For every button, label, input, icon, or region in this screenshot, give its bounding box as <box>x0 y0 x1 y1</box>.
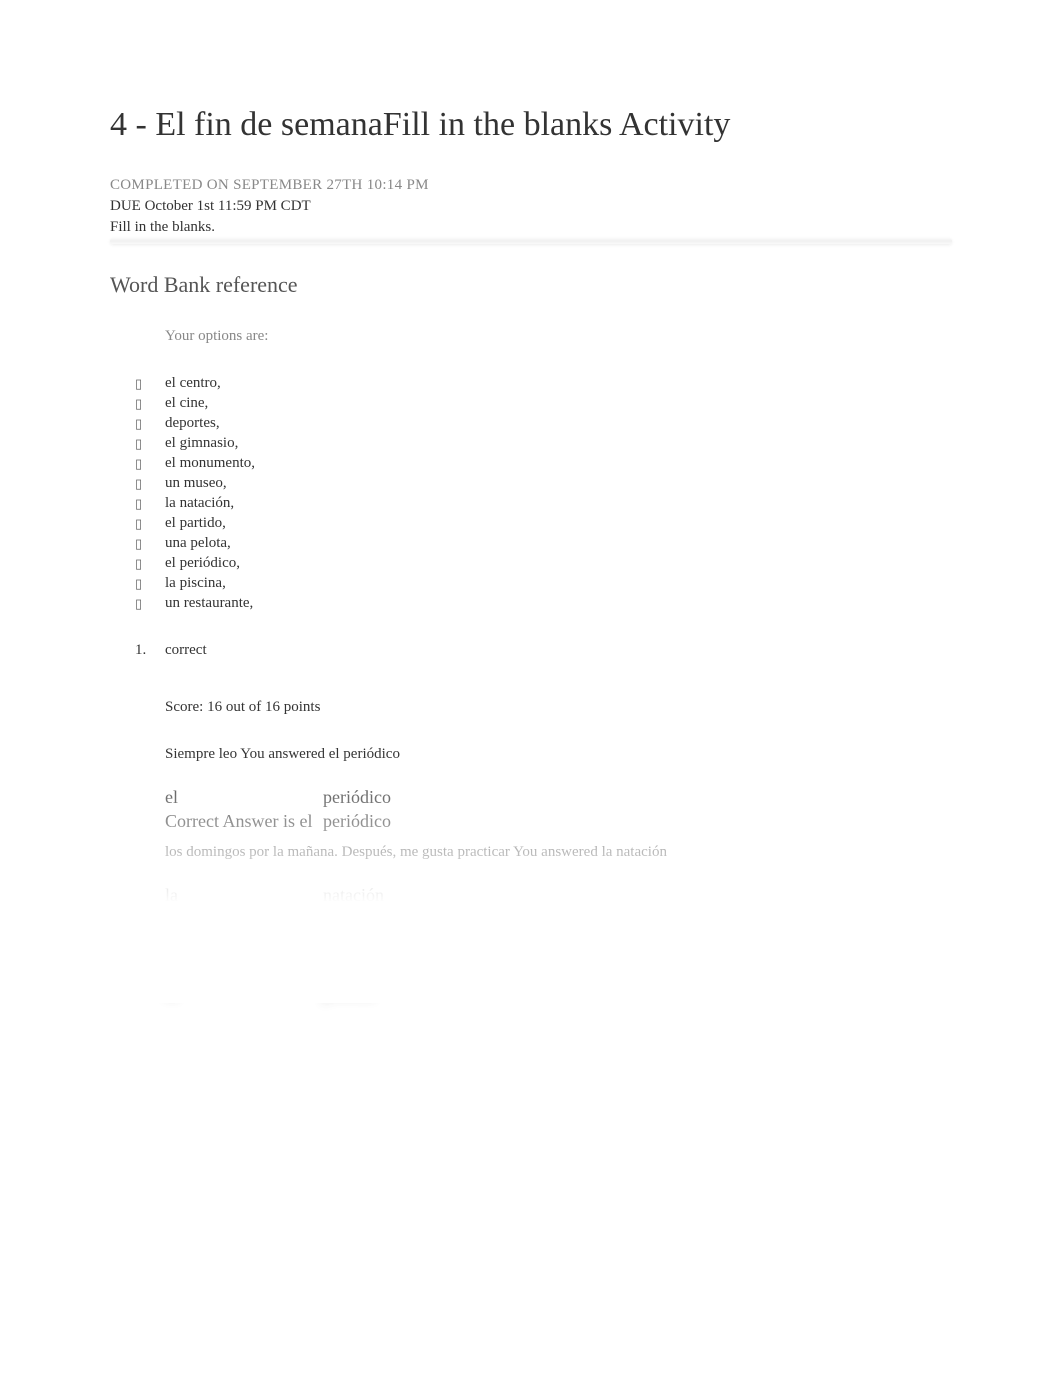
correct-answer-label: Correct Answer is <box>165 811 295 831</box>
user-answer-article: el <box>165 787 323 808</box>
user-answer-word: natación <box>323 885 384 906</box>
divider <box>110 238 952 244</box>
word-bank-list: el centro, el cine, deportes, el gimnasi… <box>135 375 952 612</box>
word-bank-item: un museo, <box>135 475 952 492</box>
word-bank-item: el gimnasio, <box>135 435 952 452</box>
due-date: DUE October 1st 11:59 PM CDT <box>110 198 952 215</box>
word-bank-item: el cine, <box>135 395 952 412</box>
word-bank-item: una pelota, <box>135 535 952 552</box>
page-title: 4 - El fin de semanaFill in the blanks A… <box>110 100 952 149</box>
word-bank-item: deportes, <box>135 415 952 432</box>
wordbank-heading: Word Bank reference <box>110 272 952 298</box>
question-score: Score: 16 out of 16 points <box>165 699 952 716</box>
answer-block-2: la natación Correct Answer is la natació… <box>165 885 952 931</box>
options-label: Your options are: <box>165 328 952 345</box>
correct-answer-label: Correct Answer is <box>165 909 295 929</box>
word-bank-item: la piscina, <box>135 575 952 592</box>
correct-answer-article: el <box>299 811 312 831</box>
sentence-part-3-blurred: . A veces nado en You answered la piscin… <box>165 941 952 958</box>
word-bank-item: la natación, <box>135 495 952 512</box>
question-1: 1. correct Score: 16 out of 16 points Si… <box>135 642 952 1003</box>
question-number: 1. <box>135 642 165 659</box>
user-answer-article-blurred: la <box>165 982 323 1003</box>
answer-block-3-blurred: la piscina <box>165 982 952 1003</box>
word-bank-item: el monumento, <box>135 455 952 472</box>
user-answer-word: periódico <box>323 787 391 808</box>
word-bank-item: un restaurante, <box>135 595 952 612</box>
answer-block-1: el periódico Correct Answer is el periód… <box>165 787 952 833</box>
correct-answer-word: natación <box>323 909 384 930</box>
question-status: correct <box>165 642 207 659</box>
user-answer-article: la <box>165 885 323 906</box>
correct-answer-word: periódico <box>323 811 391 832</box>
correct-answer-article: la <box>299 909 312 929</box>
sentence-part-2: los domingos por la mañana. Después, me … <box>165 844 952 861</box>
instructions-text: Fill in the blanks. <box>110 219 952 236</box>
word-bank-item: el periódico, <box>135 555 952 572</box>
word-bank-item: el partido, <box>135 515 952 532</box>
word-bank-item: el centro, <box>135 375 952 392</box>
sentence-part-1: Siempre leo You answered el periódico <box>165 746 952 763</box>
user-answer-word-blurred: piscina <box>323 982 374 1003</box>
completed-timestamp: COMPLETED ON SEPTEMBER 27TH 10:14 PM <box>110 177 952 194</box>
